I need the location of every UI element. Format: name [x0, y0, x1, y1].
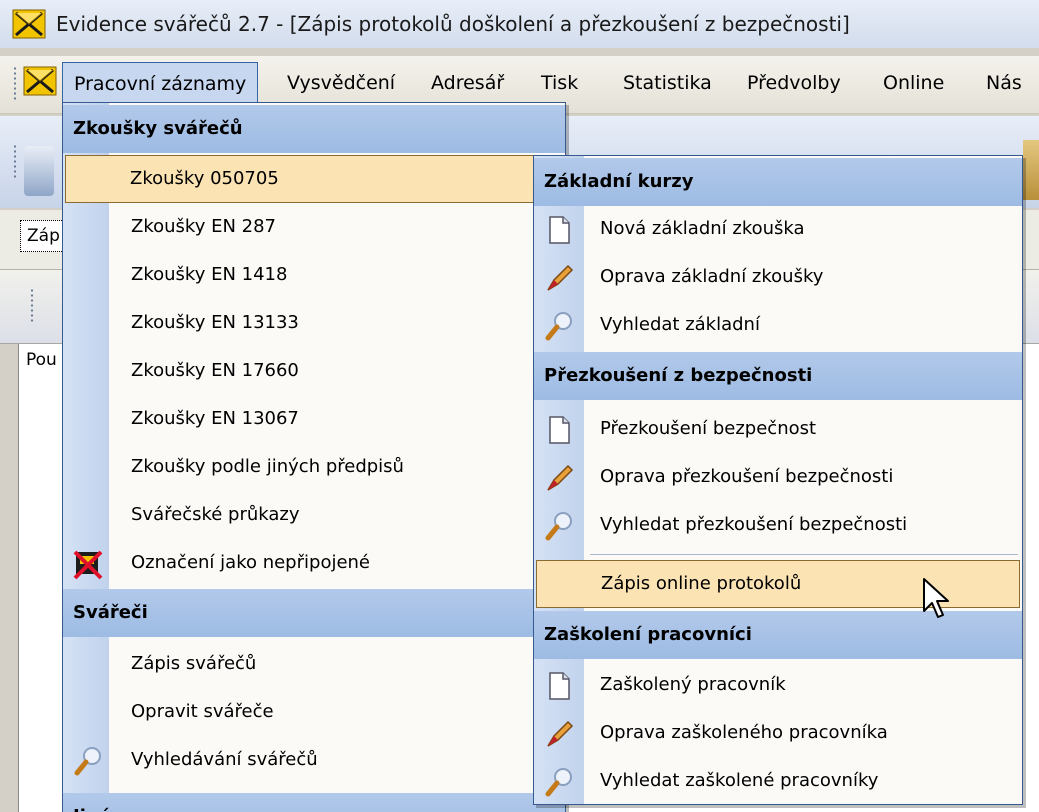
pracovni-zaznamy-menu: Zkoušky svářečů Zkoušky 050705 Zkoušky E…	[62, 102, 566, 812]
menu-section-header: Zkoušky svářečů	[63, 105, 565, 153]
menu-item-label: Přezkoušení bezpečnost	[600, 418, 817, 439]
edit-icon	[547, 720, 574, 747]
menu-item-label: Zkoušky EN 13067	[131, 408, 299, 429]
menu-pracovni-zaznamy[interactable]: Pracovní záznamy	[62, 62, 259, 106]
menu-item-zkousky-en-17660[interactable]: Zkoušky EN 17660	[63, 348, 565, 396]
menu-item-zkousky-en-13067[interactable]: Zkoušky EN 13067	[63, 396, 565, 444]
menu-item-label: Zkoušky podle jiných předpisů	[131, 456, 404, 477]
menu-adresar[interactable]: Adresář	[420, 62, 515, 106]
menu-item-nova-zakladni-zkouska[interactable]: Nová základní zkouška	[534, 206, 1022, 254]
app-menu-icon[interactable]	[22, 65, 58, 97]
search-icon	[545, 512, 572, 541]
menu-item-zkousky-jine-predpisy[interactable]: Zkoušky podle jiných předpisů	[63, 444, 565, 492]
menu-item-label: Vyhledávání svářečů	[131, 749, 318, 770]
menu-item-oprava-zaskoleneho-pracovnika[interactable]: Oprava zaškoleného pracovníka	[534, 710, 1022, 758]
search-icon	[74, 747, 101, 776]
menu-item-label: Opravit svářeče	[131, 701, 274, 722]
menu-online[interactable]: Online	[872, 62, 955, 106]
menu-item-zkousky-en-1418[interactable]: Zkoušky EN 1418	[63, 252, 565, 300]
menu-item-label: Zkoušky 050705	[130, 168, 279, 189]
menu-item-label: Oprava základní zkoušky	[600, 266, 824, 287]
toolbar-grip-3[interactable]	[30, 288, 34, 324]
menu-item-label: Vyhledat základní	[600, 314, 760, 335]
menu-item-opravit-svarece[interactable]: Opravit svářeče	[63, 689, 565, 737]
menu-item-label: Vyhledat zaškolené pracovníky	[600, 770, 879, 791]
toolbar-grip-2[interactable]	[13, 144, 17, 180]
new-document-icon	[549, 672, 570, 700]
menu-separator	[590, 554, 1018, 555]
menu-item-label: Oprava zaškoleného pracovníka	[600, 722, 888, 743]
column-header-fragment: Pou	[26, 350, 57, 370]
menu-predvolby[interactable]: Předvolby	[736, 62, 852, 106]
menu-item-label: Označení jako nepřipojené	[131, 552, 371, 573]
menu-section-header: Základní kurzy	[534, 158, 1022, 206]
tab-zapis[interactable]: Záp	[20, 220, 66, 252]
toolbar-button-fragment[interactable]	[24, 146, 54, 196]
edit-icon	[547, 464, 574, 491]
search-icon	[545, 768, 572, 797]
menu-item-vyhledat-prezkouseni-bezpecnosti[interactable]: Vyhledat přezkoušení bezpečnosti	[534, 502, 1022, 550]
zkousky-050705-submenu: Základní kurzy Nová základní zkouška Opr…	[533, 155, 1023, 805]
menu-item-label: Vyhledat přezkoušení bezpečnosti	[600, 514, 908, 535]
menu-item-zapis-svarecu[interactable]: Zápis svářečů	[63, 641, 565, 689]
menu-section-header: Svářeči	[63, 589, 565, 637]
menu-item-label: Zkoušky EN 287	[131, 216, 276, 237]
menu-item-label: Zápis online protokolů	[601, 573, 802, 594]
menu-item-zaskoleny-pracovnik[interactable]: Zaškolený pracovník	[534, 662, 1022, 710]
window-title: Evidence svářečů 2.7 - [Zápis protokolů …	[56, 12, 850, 36]
menu-napoveda[interactable]: Nás	[975, 62, 1033, 106]
menu-item-oprava-prezkouseni-bezpecnosti[interactable]: Oprava přezkoušení bezpečnosti	[534, 454, 1022, 502]
menu-item-vyhledat-zaskolene-pracovniky[interactable]: Vyhledat zaškolené pracovníky	[534, 758, 1022, 804]
menu-item-zkousky-en-287[interactable]: Zkoušky EN 287	[63, 204, 565, 252]
menu-item-zkousky-050705[interactable]: Zkoušky 050705	[65, 155, 563, 203]
new-document-icon	[549, 416, 570, 444]
menu-item-label: Zápis svářečů	[131, 653, 257, 674]
menu-item-label: Svářečské průkazy	[131, 504, 300, 525]
disconnected-icon	[73, 550, 103, 580]
menu-item-label: Nová základní zkouška	[600, 218, 805, 239]
menu-section-header: Jiné	[63, 793, 565, 812]
new-document-icon	[549, 216, 570, 244]
menu-item-svarecske-prukazy[interactable]: Svářečské průkazy	[63, 492, 565, 540]
title-bar: Evidence svářečů 2.7 - [Zápis protokolů …	[0, 0, 1039, 48]
menu-item-label: Zkoušky EN 13133	[131, 312, 299, 333]
edit-icon	[547, 264, 574, 291]
menu-statistika[interactable]: Statistika	[612, 62, 723, 106]
menu-vysvedceni[interactable]: Vysvědčení	[276, 62, 406, 106]
menu-item-vyhledavani-svarecu[interactable]: Vyhledávání svářečů	[63, 737, 565, 785]
menu-item-label: Oprava přezkoušení bezpečnosti	[600, 466, 894, 487]
menu-item-vyhledat-zakladni[interactable]: Vyhledat základní	[534, 302, 1022, 350]
menu-item-label: Zkoušky EN 17660	[131, 360, 299, 381]
menu-item-oprava-zakladni-zkousky[interactable]: Oprava základní zkoušky	[534, 254, 1022, 302]
mouse-cursor-icon	[923, 578, 949, 618]
toolbar-grip[interactable]	[13, 66, 17, 102]
menu-tisk[interactable]: Tisk	[530, 62, 589, 106]
menu-item-prezkouseni-bezpecnost[interactable]: Přezkoušení bezpečnost	[534, 406, 1022, 454]
menu-section-header: Přezkoušení z bezpečnosti	[534, 352, 1022, 400]
toolbar-book-icon[interactable]	[1023, 140, 1039, 200]
search-icon	[545, 312, 572, 341]
menu-item-label: Zaškolený pracovník	[600, 674, 786, 695]
menu-item-oznaceni-nepripojene[interactable]: Označení jako nepřipojené	[63, 540, 565, 588]
menu-item-label: Zkoušky EN 1418	[131, 264, 288, 285]
app-icon	[12, 9, 46, 39]
menu-item-zkousky-en-13133[interactable]: Zkoušky EN 13133	[63, 300, 565, 348]
